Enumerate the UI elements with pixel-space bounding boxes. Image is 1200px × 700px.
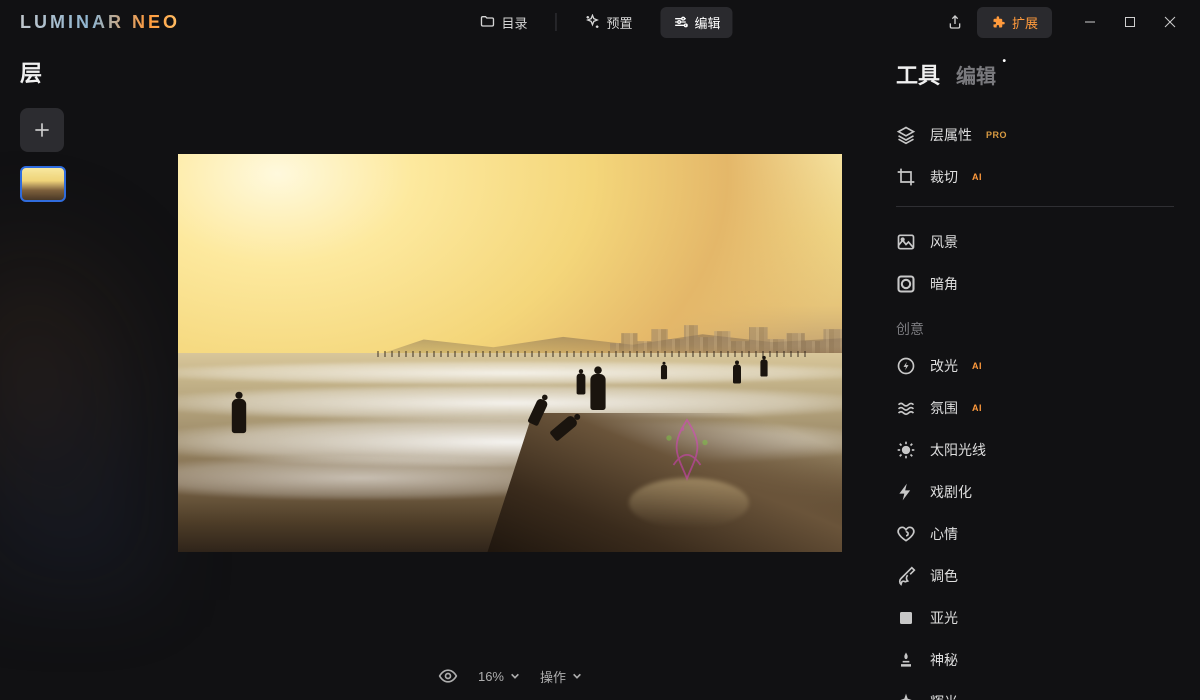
- close-button[interactable]: [1150, 7, 1190, 37]
- divider: [555, 13, 556, 31]
- ai-badge: AI: [972, 403, 982, 413]
- sun-icon: [896, 440, 916, 460]
- tools-title: 工具: [896, 58, 940, 90]
- tool-vignette[interactable]: 暗角: [896, 263, 1174, 305]
- mode-tabs: 目录 预置 编辑: [467, 7, 732, 38]
- tool-glow[interactable]: 辉光: [896, 681, 1174, 700]
- image-canvas[interactable]: [178, 154, 842, 552]
- tab-edit[interactable]: 编辑: [661, 7, 733, 38]
- tab-edit-label: 编辑: [695, 13, 721, 32]
- actions-dropdown[interactable]: 操作: [540, 667, 582, 686]
- logo-word-2: NEO: [132, 12, 180, 32]
- ai-badge: AI: [972, 172, 982, 182]
- crop-icon: [896, 167, 916, 187]
- zoom-dropdown[interactable]: 16%: [478, 669, 520, 684]
- tool-landscape[interactable]: 风景: [896, 221, 1174, 263]
- tool-label: 风景: [930, 232, 958, 252]
- pro-badge: PRO: [986, 130, 1007, 140]
- share-icon: [947, 14, 963, 30]
- actions-label: 操作: [540, 667, 566, 686]
- layers-title: 层: [20, 56, 130, 88]
- eye-icon: [438, 666, 458, 686]
- tool-label: 心情: [930, 524, 958, 544]
- tool-label: 暗角: [930, 274, 958, 294]
- tools-panel: 工具 编辑 层属性 PRO 裁切 AI 风景 暗角 创意 改光 AI: [870, 44, 1200, 700]
- tool-layer-properties[interactable]: 层属性 PRO: [896, 114, 1174, 156]
- window-controls: [1070, 7, 1190, 37]
- chevron-down-icon: [572, 671, 582, 681]
- app-logo: LUMINAR NEO: [20, 12, 180, 33]
- canvas-area: 16% 操作: [150, 44, 870, 700]
- tool-label: 辉光: [930, 692, 958, 700]
- tool-label: 裁切: [930, 167, 958, 187]
- flash-circle-icon: [896, 356, 916, 376]
- tool-label: 改光: [930, 356, 958, 376]
- tool-label: 戏剧化: [930, 482, 972, 502]
- chevron-down-icon: [510, 671, 520, 681]
- group-creative-label: 创意: [896, 319, 1174, 339]
- plus-icon: [32, 120, 52, 140]
- extensions-button[interactable]: 扩展: [977, 7, 1052, 38]
- vignette-icon: [896, 274, 916, 294]
- tool-label: 调色: [930, 566, 958, 586]
- heart-spiral-icon: [896, 524, 916, 544]
- tool-dramatic[interactable]: 戏剧化: [896, 471, 1174, 513]
- close-icon: [1164, 16, 1176, 28]
- share-button[interactable]: [941, 8, 969, 36]
- ai-badge: AI: [972, 361, 982, 371]
- sparkle-icon: [896, 692, 916, 700]
- tool-atmosphere[interactable]: 氛围 AI: [896, 387, 1174, 429]
- tools-header: 工具 编辑: [896, 58, 1174, 90]
- tab-presets-label: 预置: [606, 13, 632, 32]
- folder-icon: [479, 14, 495, 30]
- tool-matte[interactable]: 亚光: [896, 597, 1174, 639]
- zoom-value: 16%: [478, 669, 504, 684]
- canvas-footer: 16% 操作: [438, 666, 582, 686]
- landscape-icon: [896, 232, 916, 252]
- compare-button[interactable]: [438, 666, 458, 686]
- waves-icon: [896, 398, 916, 418]
- titlebar-right: 扩展: [941, 7, 1190, 38]
- tool-label: 太阳光线: [930, 440, 986, 460]
- maximize-icon: [1124, 16, 1136, 28]
- tool-label: 亚光: [930, 608, 958, 628]
- layers-panel: 层: [0, 44, 150, 700]
- tool-mood[interactable]: 心情: [896, 513, 1174, 555]
- tool-toning[interactable]: 调色: [896, 555, 1174, 597]
- tool-label: 氛围: [930, 398, 958, 418]
- tool-label: 层属性: [930, 125, 972, 145]
- sliders-icon: [673, 14, 689, 30]
- layers-icon: [896, 125, 916, 145]
- tool-sunrays[interactable]: 太阳光线: [896, 429, 1174, 471]
- layer-thumbnail[interactable]: [20, 166, 66, 202]
- divider: [896, 206, 1174, 207]
- extensions-label: 扩展: [1012, 13, 1038, 32]
- tab-catalog[interactable]: 目录: [467, 7, 539, 38]
- tool-label: 神秘: [930, 650, 958, 670]
- tool-crop[interactable]: 裁切 AI: [896, 156, 1174, 198]
- tool-mystical[interactable]: 神秘: [896, 639, 1174, 681]
- tab-presets[interactable]: 预置: [572, 7, 644, 38]
- minimize-icon: [1084, 16, 1096, 28]
- main: 层: [0, 44, 1200, 700]
- tab-catalog-label: 目录: [501, 13, 527, 32]
- puzzle-icon: [991, 15, 1006, 30]
- candle-icon: [896, 650, 916, 670]
- square-icon: [896, 608, 916, 628]
- edits-tab[interactable]: 编辑: [956, 60, 996, 89]
- add-layer-button[interactable]: [20, 108, 64, 152]
- bolt-icon: [896, 482, 916, 502]
- minimize-button[interactable]: [1070, 7, 1110, 37]
- tool-relight[interactable]: 改光 AI: [896, 345, 1174, 387]
- sparkle-icon: [584, 14, 600, 30]
- titlebar: LUMINAR NEO 目录 预置 编辑 扩展: [0, 0, 1200, 44]
- maximize-button[interactable]: [1110, 7, 1150, 37]
- brush-icon: [896, 566, 916, 586]
- logo-word-1: LUMINAR: [20, 12, 132, 32]
